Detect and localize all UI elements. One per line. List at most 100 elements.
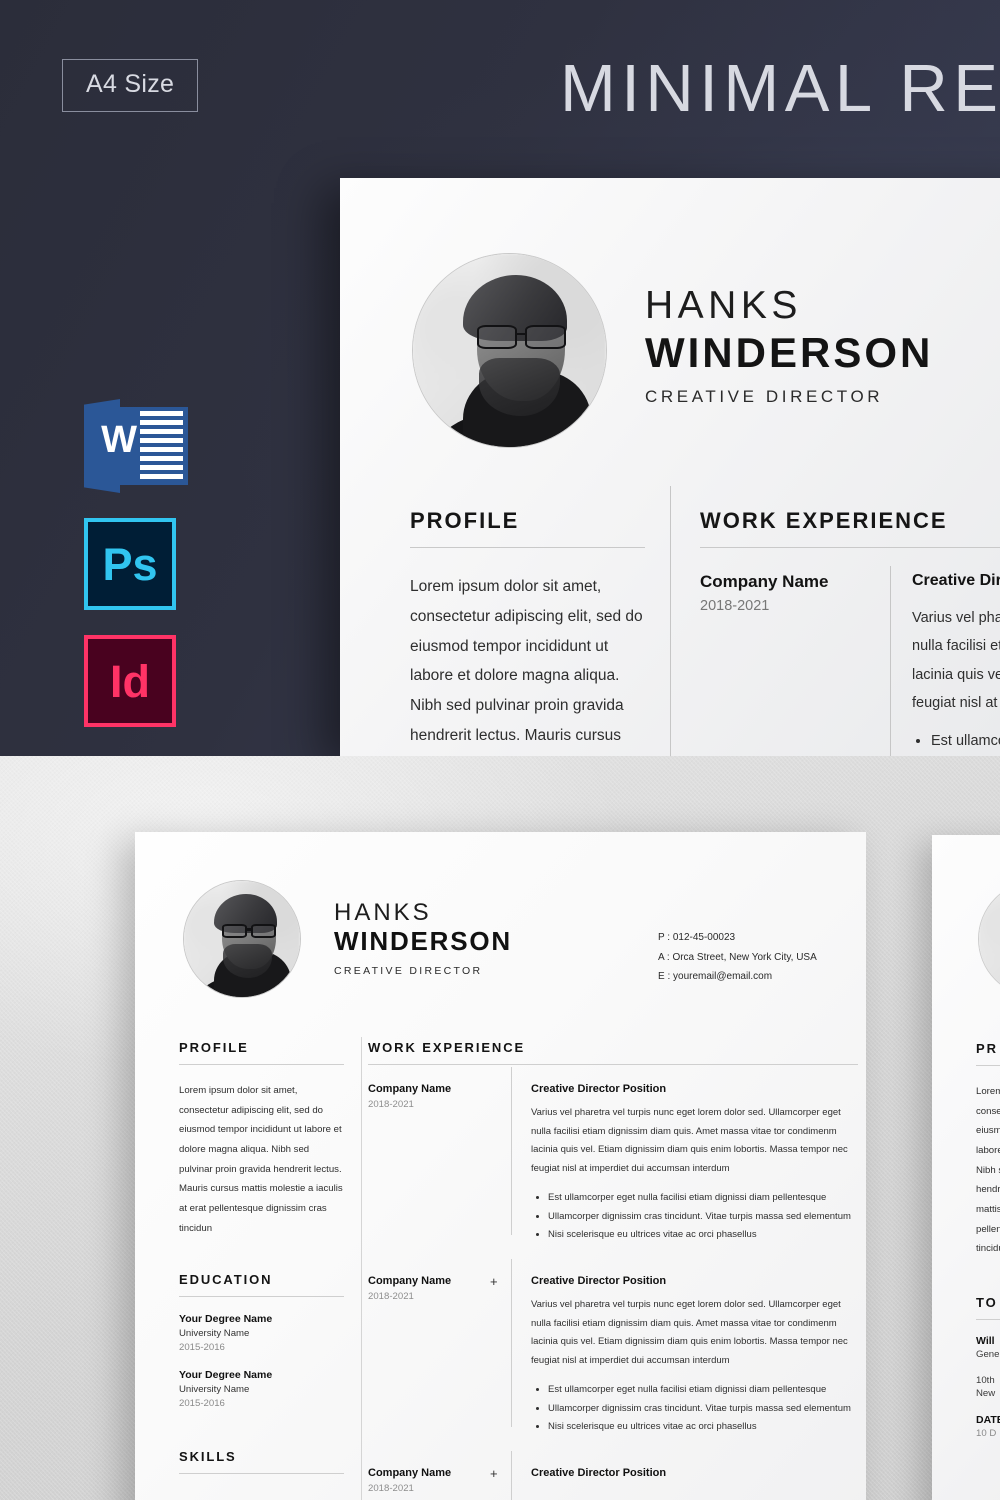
list-item: Est ullamco xyxy=(931,733,1000,749)
position-title: Creative Dir xyxy=(912,572,1000,589)
education-item: Your Degree Name University Name 2015-20… xyxy=(179,1369,344,1409)
photoshop-icon: Ps xyxy=(84,518,188,610)
company-block: Company Name 2018-2021 xyxy=(368,1467,500,1494)
last-name: WINDERSON xyxy=(645,328,934,376)
company-name: Company Name xyxy=(368,1467,452,1479)
profile-heading: PR xyxy=(976,1041,998,1056)
degree-name: Your Degree Name xyxy=(179,1313,273,1326)
education-years: 2015-2016 xyxy=(179,1342,225,1354)
list-item: Nisi scelerisque eu ultrices vitae ac or… xyxy=(548,1226,856,1245)
resume-preview-card-large: HANKS WINDERSON CREATIVE DIRECTOR PROFIL… xyxy=(340,178,1000,756)
name-block: HANKS WINDERSON CREATIVE DIRECTOR xyxy=(334,899,512,977)
company-name: Company Name xyxy=(368,1275,452,1287)
job-role: CREATIVE DIRECTOR xyxy=(334,964,483,977)
position-bullets: Est ullamcorper eget nulla facilisi etia… xyxy=(531,1189,856,1245)
position-paragraph: Varius vel phar nulla facilisi eti lacinia… xyxy=(912,610,1000,711)
section-divider xyxy=(179,1296,344,1298)
last-name: WINDERSON xyxy=(334,926,512,957)
plus-icon[interactable]: + xyxy=(490,1466,498,1481)
top-dark-panel: A4 Size MINIMAL RESU W Ps Id xyxy=(0,0,1000,756)
avatar xyxy=(978,881,1000,997)
column-divider xyxy=(670,486,671,756)
column-divider xyxy=(361,1037,362,1500)
section-divider xyxy=(368,1064,858,1065)
avatar xyxy=(183,880,301,998)
photoshop-icon-letter: Ps xyxy=(84,518,176,610)
entry-divider xyxy=(511,1451,512,1500)
list-item: Ullamcorper dignissim cras tincidunt. Vi… xyxy=(548,1400,856,1419)
work-experience-section: WORK EXPERIENCE Company Name 2018-2021 C… xyxy=(700,508,1000,756)
word-icon-letter: W xyxy=(101,419,137,461)
company-years: 2018-2021 xyxy=(368,1099,414,1110)
section-divider xyxy=(179,1473,344,1475)
position-paragraph: Varius vel pharetra vel turpis nunc eget… xyxy=(531,1107,848,1174)
plus-icon[interactable]: + xyxy=(490,1274,498,1289)
education-heading: EDUCATION xyxy=(179,1272,273,1288)
page-title: MINIMAL RESU xyxy=(560,51,1000,126)
date-value: 10 D xyxy=(976,1427,997,1439)
entry-divider xyxy=(890,566,891,756)
experience-entry: Company Name 2018-2021 + Creative Direct… xyxy=(368,1259,858,1432)
section-divider xyxy=(410,547,645,548)
contact-email: E : youremail@email.com xyxy=(658,971,773,982)
university-name: University Name xyxy=(179,1384,250,1396)
work-experience-heading: WORK EXPERIENCE xyxy=(368,1040,526,1055)
position-title: Creative Director Position xyxy=(531,1083,667,1095)
name-block: HANKS WINDERSON CREATIVE DIRECTOR xyxy=(645,285,934,407)
company-block: Company Name 2018-2021 xyxy=(368,1275,500,1302)
position-title: Creative Director Position xyxy=(531,1467,667,1479)
profile-heading: PROFILE xyxy=(410,508,520,533)
section-divider xyxy=(976,1065,1000,1066)
address-line-2: New xyxy=(976,1387,996,1399)
company-years: 2018-2021 xyxy=(368,1483,414,1494)
position-block: Creative Director Position Varius vel ph… xyxy=(531,1275,856,1437)
section-divider xyxy=(179,1064,344,1065)
profile-text: Lorem ipsum dolor sit amet, consectetur … xyxy=(410,578,643,744)
avatar xyxy=(412,253,607,448)
word-icon: W xyxy=(84,399,188,493)
indesign-icon: Id xyxy=(84,635,188,727)
cover-letter-sidebar: PR Lorem ipsum dolor sit amet, consectet… xyxy=(976,1041,1000,1439)
education-years: 2015-2016 xyxy=(179,1398,225,1410)
recipient-name: Will xyxy=(976,1334,995,1347)
recipient-address: 10th New xyxy=(976,1375,1000,1399)
experience-entry: Company Name 2018-2021 + Creative Direct… xyxy=(368,1451,858,1500)
resume-page-card: HANKS WINDERSON CREATIVE DIRECTOR P : 01… xyxy=(135,832,866,1500)
section-divider xyxy=(976,1318,1000,1320)
date-label: DATE xyxy=(976,1413,1000,1426)
university-name: University Name xyxy=(179,1328,250,1340)
first-name: HANKS xyxy=(334,899,432,926)
section-divider xyxy=(700,547,1000,548)
list-item: Est ullamcorper eget nulla facilisi etia… xyxy=(548,1189,856,1208)
company-years: 2018-2021 xyxy=(700,598,770,614)
date-block: DATE 10 D xyxy=(976,1414,1000,1439)
list-item: Est ullamcorper eget nulla facilisi etia… xyxy=(548,1381,856,1400)
skills-heading: SKILLS xyxy=(179,1449,237,1465)
company-block: Company Name 2018-2021 xyxy=(700,572,870,614)
profile-text: Lorem ipsum dolor sit amet, consectetur … xyxy=(179,1085,343,1234)
profile-text: Lorem ipsum dolor sit amet, consectetur … xyxy=(976,1086,1000,1255)
job-role: CREATIVE DIRECTOR xyxy=(645,386,884,406)
list-item: Ullamcorper dignissim cras tincidunt. Vi… xyxy=(548,1208,856,1227)
position-title: Creative Director Position xyxy=(531,1275,667,1287)
position-bullets: Est ullamco xyxy=(912,733,1000,749)
company-name: Company Name xyxy=(700,572,829,591)
company-years: 2018-2021 xyxy=(368,1291,414,1302)
education-item: Your Degree Name University Name 2015-20… xyxy=(179,1313,344,1353)
entry-divider xyxy=(511,1259,512,1427)
contact-address: A : Orca Street, New York City, USA xyxy=(658,951,817,963)
work-experience-heading: WORK EXPERIENCE xyxy=(700,508,948,533)
promo-poster: A4 Size MINIMAL RESU W Ps Id xyxy=(0,0,1000,1500)
company-block: Company Name 2018-2021 xyxy=(368,1083,500,1110)
word-icon-lines xyxy=(140,411,183,481)
list-item: Nisi scelerisque eu ultrices vitae ac or… xyxy=(548,1418,856,1437)
to-heading: TO xyxy=(976,1294,998,1310)
recipient-title: Gene xyxy=(976,1348,1000,1360)
software-icon-stack: W Ps Id xyxy=(84,399,188,752)
profile-heading: PROFILE xyxy=(179,1040,249,1055)
company-name: Company Name xyxy=(368,1083,452,1095)
sidebar-column: PROFILE Lorem ipsum dolor sit amet, cons… xyxy=(179,1040,344,1475)
address-line-1: 10th xyxy=(976,1374,995,1386)
indesign-icon-letter: Id xyxy=(84,635,176,727)
position-block: Creative Director Position xyxy=(531,1467,856,1479)
